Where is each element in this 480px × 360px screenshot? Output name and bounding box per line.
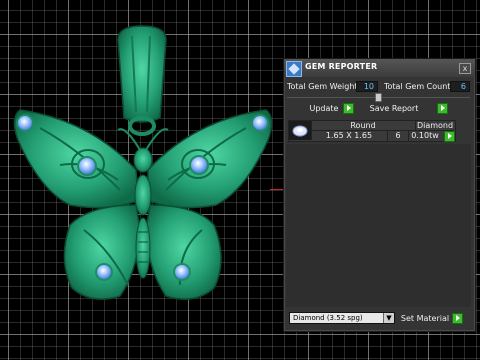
update-label[interactable]: Update	[306, 104, 342, 113]
total-count-label: Total Gem Count	[384, 82, 451, 91]
save-report-label[interactable]: Save Report	[366, 104, 422, 113]
table-header-diamond: Diamond	[416, 121, 454, 131]
chevron-down-icon[interactable]: ▼	[383, 313, 394, 323]
material-dropdown[interactable]: Diamond (3.52 spg) ▼	[289, 312, 395, 324]
gem-count-cell: 6	[388, 131, 409, 141]
gem-table: Round Diamond 1.65 X 1.65 6 0.10tw	[288, 120, 456, 142]
gem-list-area	[286, 144, 471, 307]
update-button[interactable]	[343, 103, 354, 114]
gem-weight-cell: 0.10tw	[411, 131, 439, 140]
table-header-round: Round	[311, 121, 416, 131]
row-go-button[interactable]	[444, 131, 455, 142]
set-material-button[interactable]	[452, 313, 463, 324]
total-weight-value: 10	[356, 81, 378, 92]
set-material-label[interactable]: Set Material	[400, 314, 450, 323]
gem-reporter-app-icon	[286, 61, 302, 77]
panel-titlebar[interactable]: GEM REPORTER x	[284, 59, 475, 77]
slider-handle[interactable]	[375, 93, 382, 102]
close-icon[interactable]: x	[459, 63, 471, 74]
material-selected-value: Diamond (3.52 spg)	[293, 314, 363, 322]
total-count-value: 6	[450, 81, 470, 92]
bail	[117, 25, 167, 136]
panel-title: GEM REPORTER	[305, 62, 378, 71]
gem-size-cell: 1.65 X 1.65	[311, 131, 388, 141]
round-gem-icon	[289, 121, 312, 140]
total-weight-label: Total Gem Weight	[287, 82, 358, 91]
save-report-button[interactable]	[437, 103, 448, 114]
